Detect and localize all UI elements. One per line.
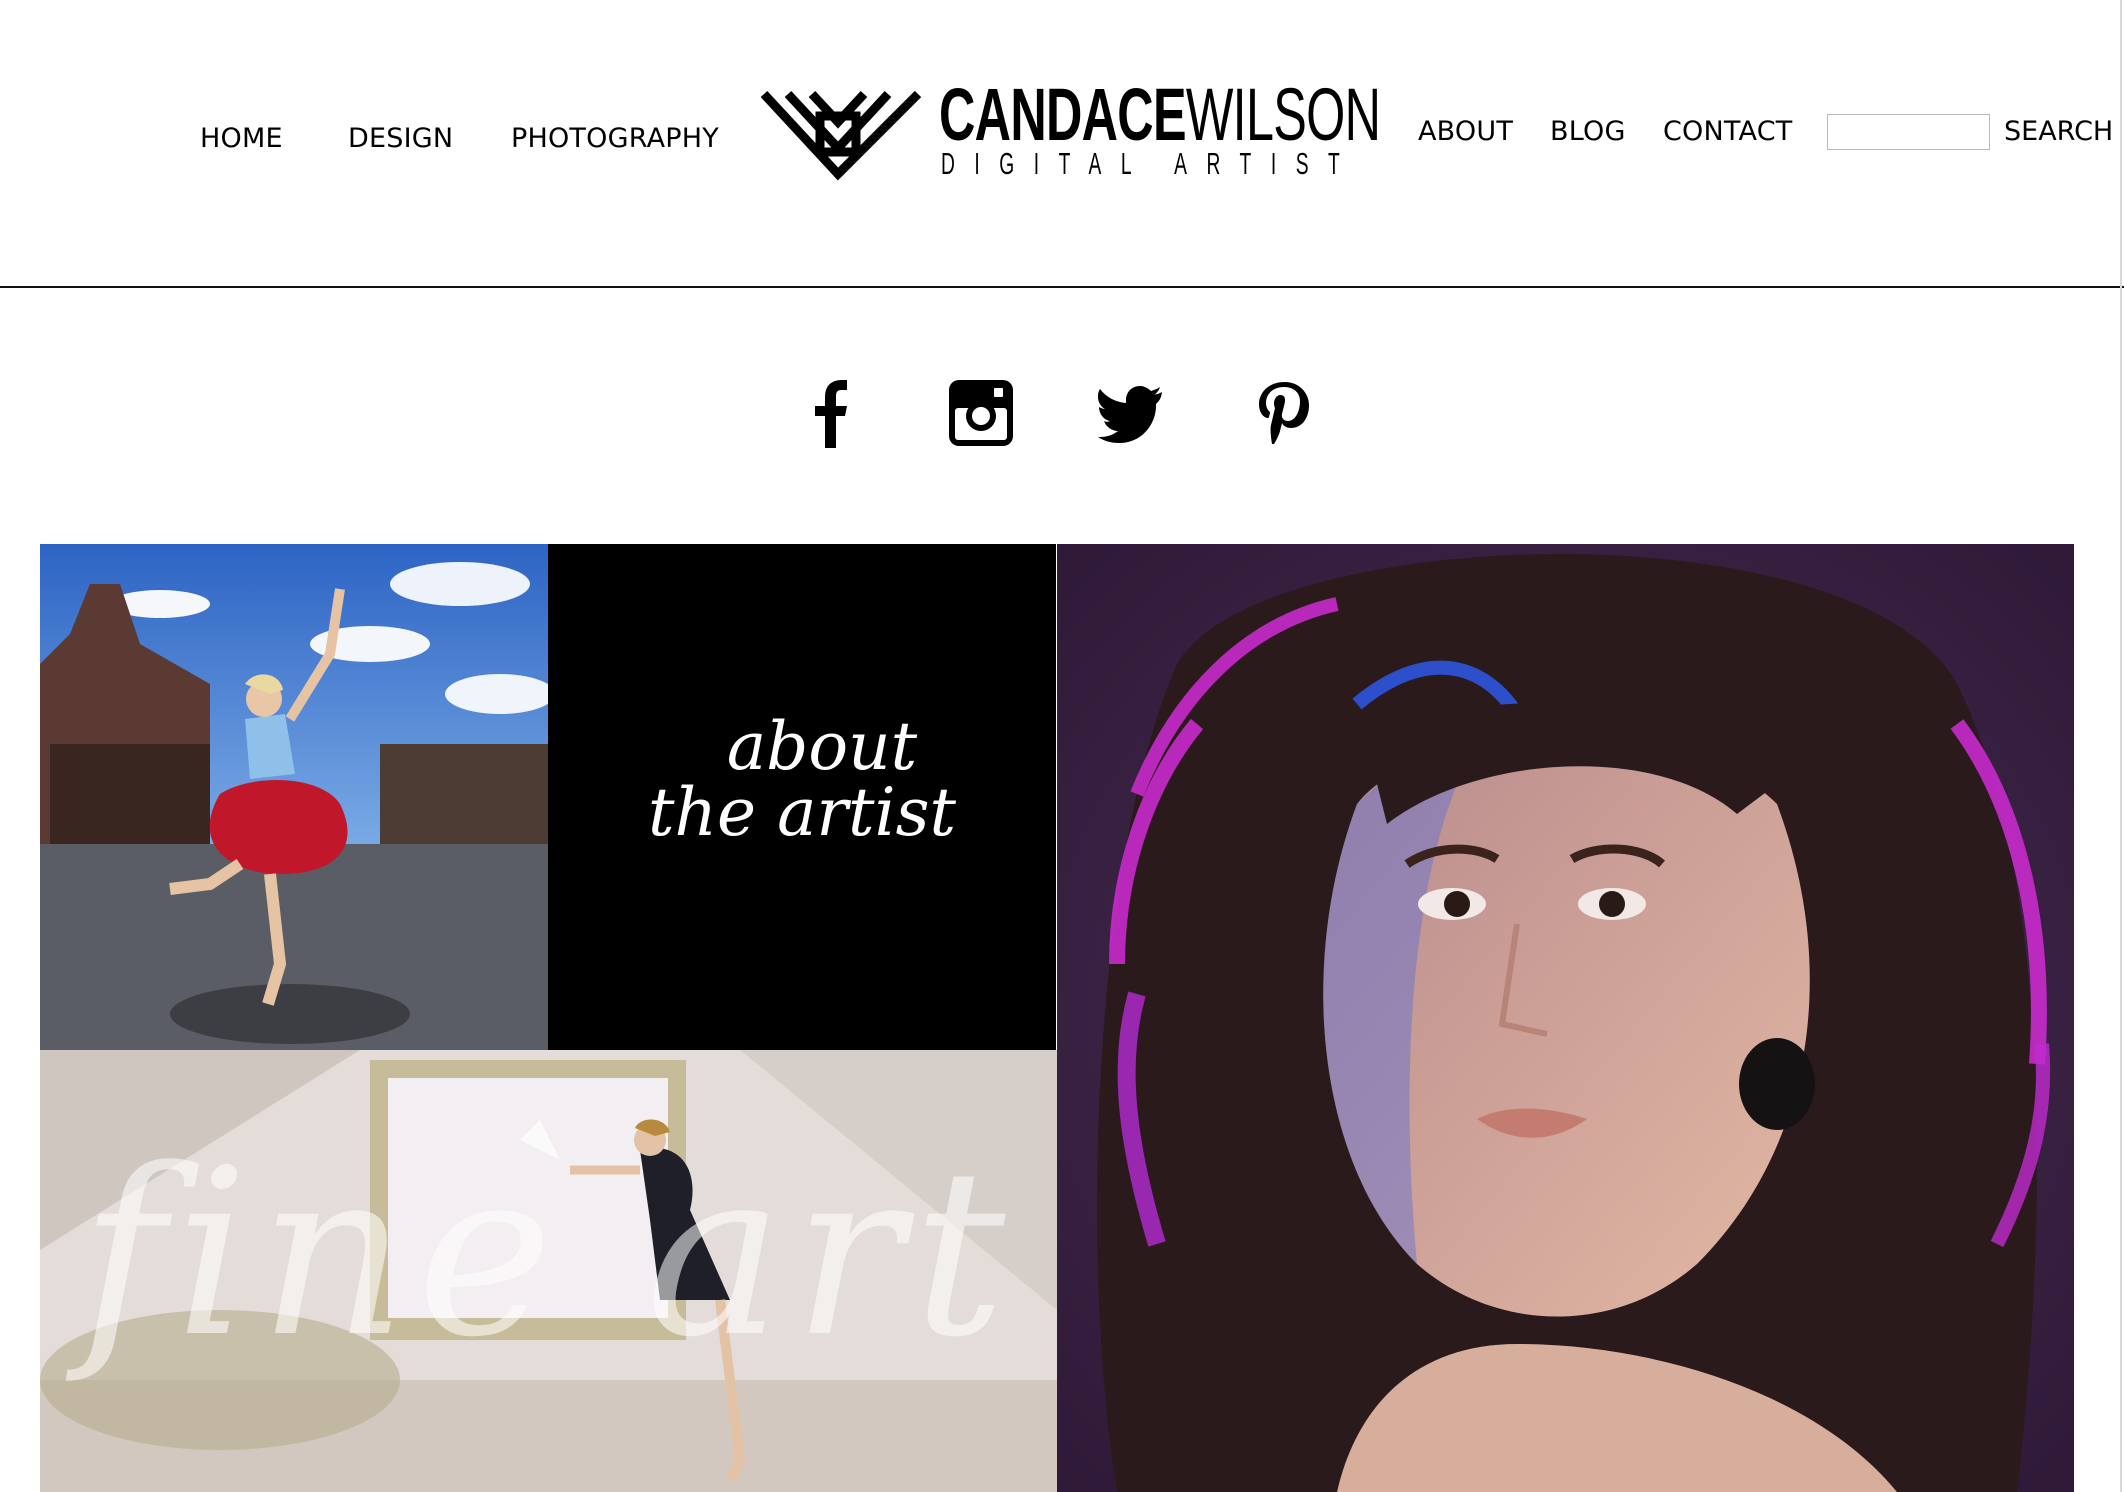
pinterest-icon[interactable] bbox=[1251, 378, 1317, 448]
portrait-image bbox=[1057, 544, 2074, 1492]
twitter-icon[interactable] bbox=[1098, 378, 1164, 448]
about-the-artist-tile[interactable]: about the artist bbox=[548, 544, 1056, 1050]
about-caption-line2: the artist bbox=[648, 774, 956, 851]
facebook-icon[interactable] bbox=[796, 378, 862, 448]
logo-name-bold: CANDACE bbox=[939, 73, 1187, 156]
header-divider bbox=[0, 286, 2124, 288]
search-button[interactable]: SEARCH bbox=[2004, 116, 2113, 147]
instagram-icon[interactable] bbox=[948, 378, 1014, 448]
nav-contact[interactable]: CONTACT bbox=[1663, 116, 1792, 147]
street-dancer-photo[interactable] bbox=[40, 544, 548, 1050]
site-header: HOME DESIGN PHOTOGRAPHY CANDACEWILSON DI… bbox=[0, 0, 2124, 287]
about-caption: about the artist bbox=[548, 714, 1056, 846]
logo-name: CANDACEWILSON bbox=[939, 78, 1381, 152]
site-logo[interactable]: CANDACEWILSON DIGITAL ARTIST bbox=[758, 78, 1381, 187]
nav-design[interactable]: DESIGN bbox=[348, 123, 453, 154]
search-input[interactable] bbox=[1827, 114, 1990, 150]
about-caption-line1: about bbox=[726, 708, 918, 785]
logo-mark-icon bbox=[760, 90, 922, 181]
fine-art-caption: fine art bbox=[80, 1121, 1016, 1388]
logo-name-light: WILSON bbox=[1185, 73, 1381, 156]
nav-home[interactable]: HOME bbox=[200, 123, 283, 154]
nav-about[interactable]: ABOUT bbox=[1418, 116, 1513, 147]
page-edge-divider bbox=[2120, 0, 2122, 1492]
nav-photography[interactable]: PHOTOGRAPHY bbox=[511, 123, 719, 154]
nav-blog[interactable]: BLOG bbox=[1550, 116, 1626, 147]
portrait-photo[interactable] bbox=[1057, 544, 2074, 1492]
street-dancer-image bbox=[40, 544, 548, 1050]
fine-art-photo[interactable]: fine art bbox=[40, 1050, 1057, 1492]
logo-tagline: DIGITAL ARTIST bbox=[941, 146, 1360, 181]
